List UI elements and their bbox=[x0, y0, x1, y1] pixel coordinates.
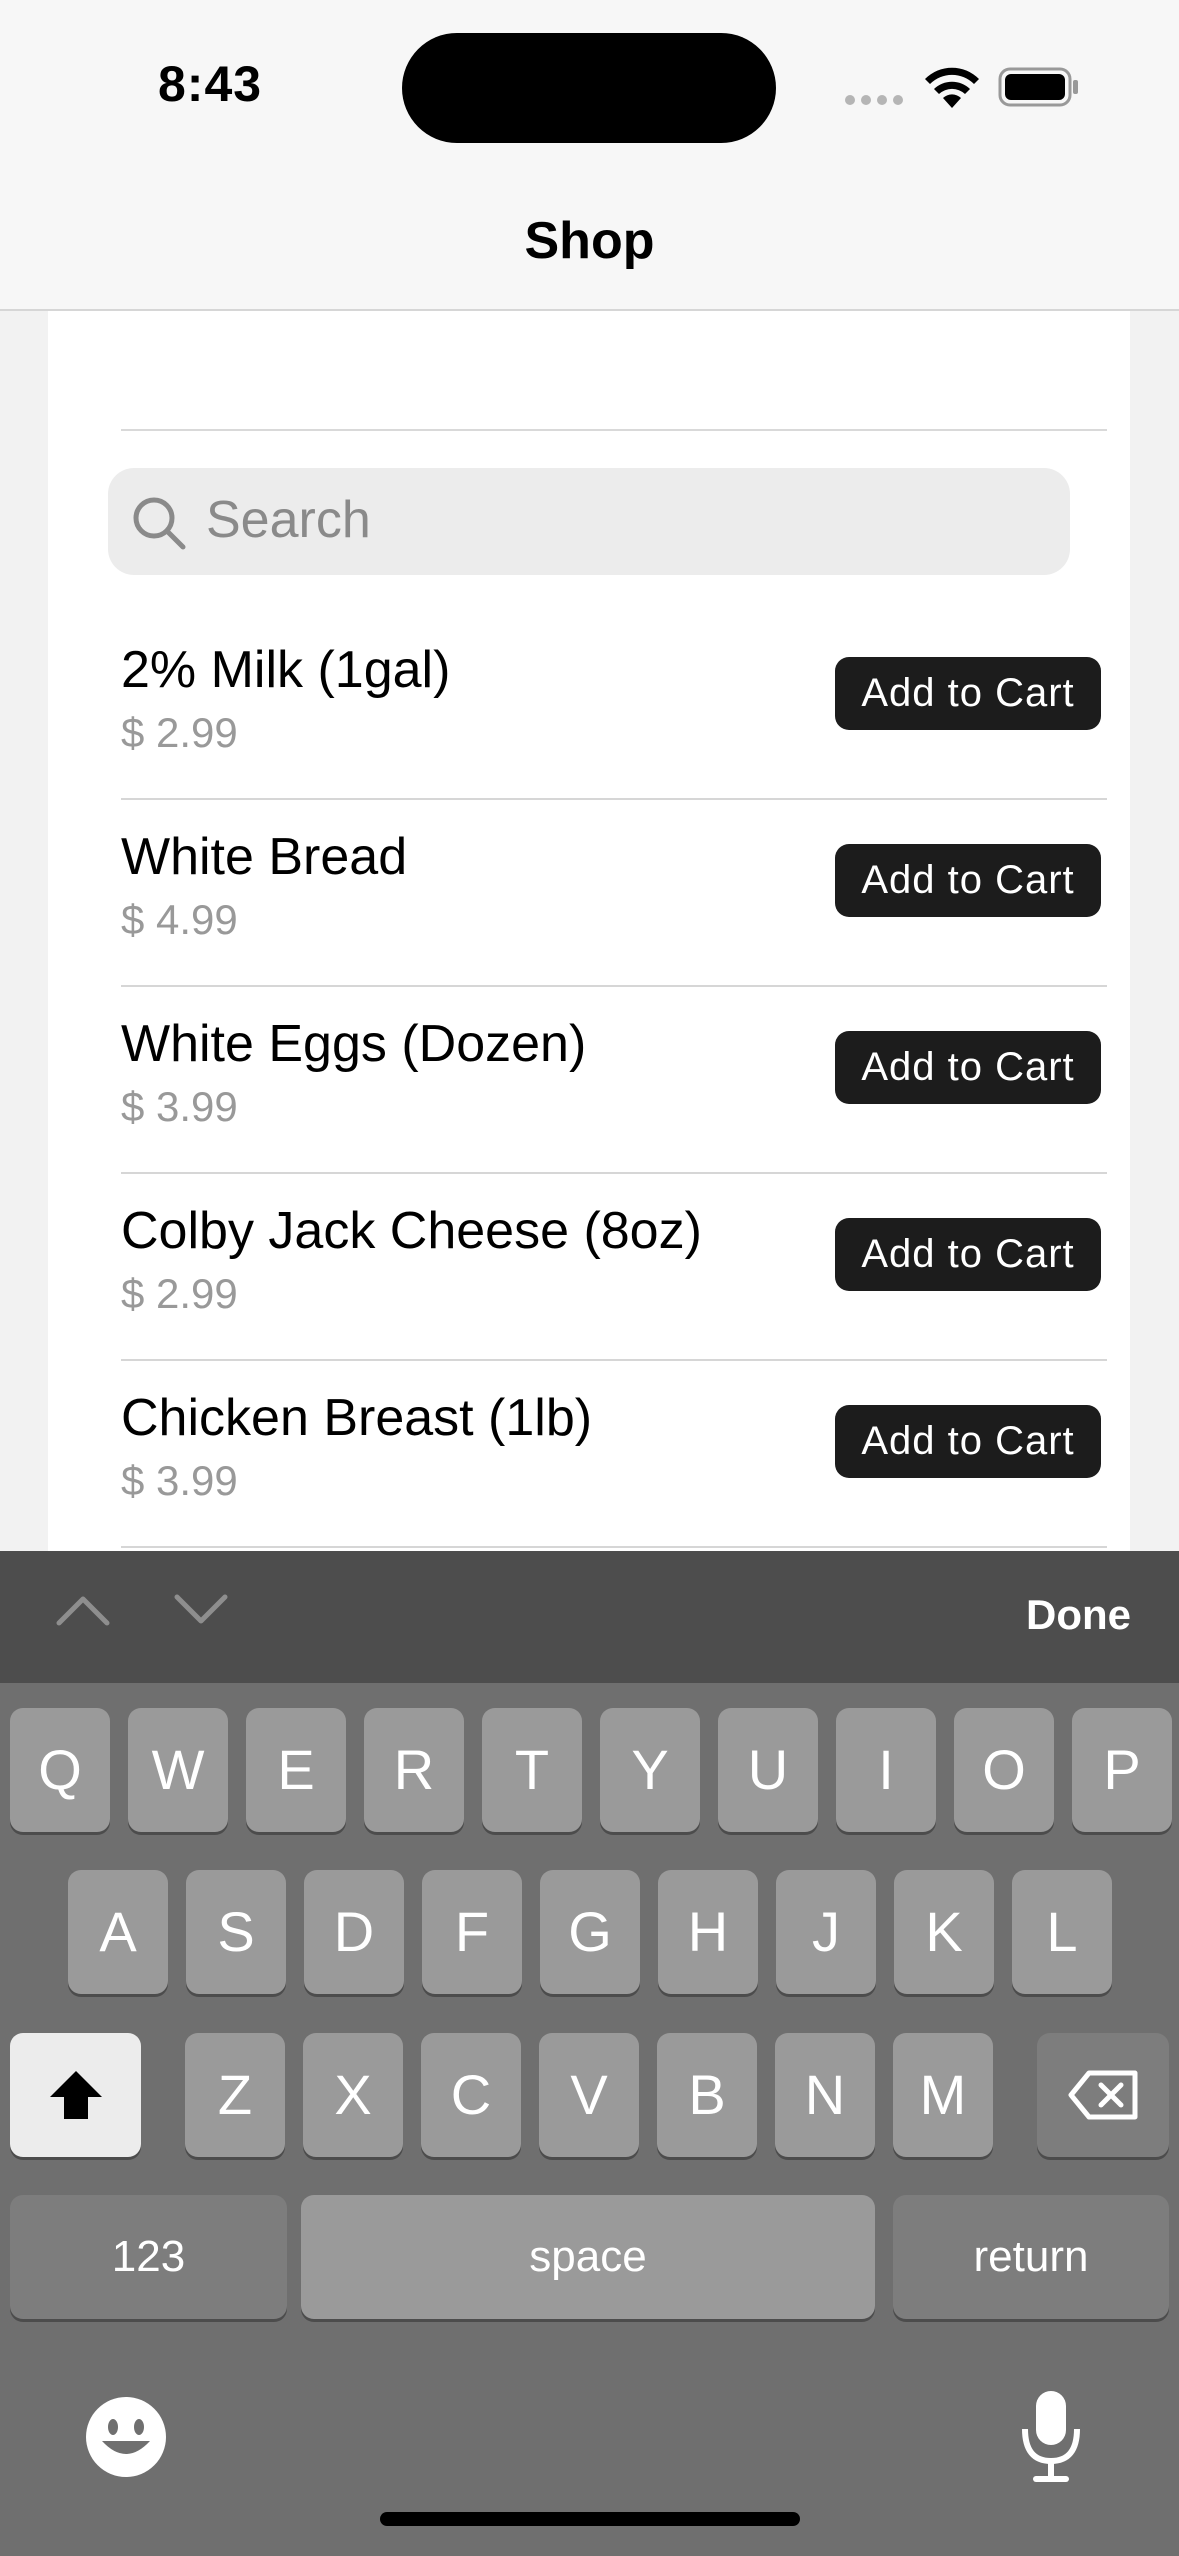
done-button[interactable]: Done bbox=[1026, 1591, 1131, 1639]
keyboard-toolbar: Done bbox=[0, 1551, 1179, 1683]
key-n[interactable]: N bbox=[775, 2033, 875, 2157]
key-g[interactable]: G bbox=[540, 1870, 640, 1994]
add-to-cart-button[interactable]: Add to Cart bbox=[835, 844, 1101, 917]
delete-key[interactable] bbox=[1037, 2033, 1169, 2157]
shift-icon bbox=[49, 2071, 102, 2119]
status-bar: 8:43 bbox=[0, 0, 1179, 175]
microphone-icon[interactable] bbox=[1020, 2389, 1082, 2485]
key-i[interactable]: I bbox=[836, 1708, 936, 1832]
search-input[interactable]: Search bbox=[108, 468, 1070, 575]
navigation-bar: Shop bbox=[0, 175, 1179, 311]
product-price: $ 4.99 bbox=[121, 896, 238, 943]
key-q[interactable]: Q bbox=[10, 1708, 110, 1832]
product-row: White Eggs (Dozen) $ 3.99 Add to Cart bbox=[121, 986, 1107, 1174]
key-b[interactable]: B bbox=[657, 2033, 757, 2157]
keyboard: QWERTYUIOP ASDFGHJKL ZXCVBNM 123 space r… bbox=[0, 1683, 1179, 2556]
chevron-up-icon[interactable] bbox=[55, 1591, 111, 1629]
key-k[interactable]: K bbox=[894, 1870, 994, 1994]
key-f[interactable]: F bbox=[422, 1870, 522, 1994]
key-c[interactable]: C bbox=[421, 2033, 521, 2157]
key-r[interactable]: R bbox=[364, 1708, 464, 1832]
dynamic-island bbox=[402, 33, 776, 143]
add-to-cart-button[interactable]: Add to Cart bbox=[835, 1031, 1101, 1104]
product-name: Chicken Breast (1lb) bbox=[121, 1389, 593, 1447]
key-y[interactable]: Y bbox=[600, 1708, 700, 1832]
key-o[interactable]: O bbox=[954, 1708, 1054, 1832]
add-to-cart-button[interactable]: Add to Cart bbox=[835, 657, 1101, 730]
product-name: White Eggs (Dozen) bbox=[121, 1015, 587, 1073]
product-name: White Bread bbox=[121, 828, 408, 886]
space-key[interactable]: space bbox=[301, 2195, 875, 2319]
wifi-icon bbox=[925, 67, 979, 108]
key-d[interactable]: D bbox=[304, 1870, 404, 1994]
product-row: Colby Jack Cheese (8oz) $ 2.99 Add to Ca… bbox=[121, 1173, 1107, 1361]
key-w[interactable]: W bbox=[128, 1708, 228, 1832]
return-key[interactable]: return bbox=[893, 2195, 1169, 2319]
battery-icon bbox=[998, 67, 1078, 107]
key-m[interactable]: M bbox=[893, 2033, 993, 2157]
key-t[interactable]: T bbox=[482, 1708, 582, 1832]
search-placeholder: Search bbox=[206, 491, 371, 549]
divider bbox=[121, 429, 1107, 431]
key-s[interactable]: S bbox=[186, 1870, 286, 1994]
status-time: 8:43 bbox=[158, 56, 263, 112]
product-card: Search 2% Milk (1gal) $ 2.99 Add to Cart… bbox=[48, 311, 1130, 1551]
key-e[interactable]: E bbox=[246, 1708, 346, 1832]
key-j[interactable]: J bbox=[776, 1870, 876, 1994]
page-title: Shop bbox=[524, 212, 655, 270]
search-icon bbox=[133, 497, 186, 550]
chevron-down-icon[interactable] bbox=[173, 1591, 229, 1629]
key-p[interactable]: P bbox=[1072, 1708, 1172, 1832]
cellular-signal-icon bbox=[845, 95, 905, 107]
delete-icon bbox=[1068, 2070, 1138, 2120]
key-u[interactable]: U bbox=[718, 1708, 818, 1832]
product-price: $ 3.99 bbox=[121, 1083, 238, 1130]
add-to-cart-button[interactable]: Add to Cart bbox=[835, 1218, 1101, 1291]
key-a[interactable]: A bbox=[68, 1870, 168, 1994]
emoji-icon[interactable] bbox=[84, 2395, 168, 2479]
product-price: $ 2.99 bbox=[121, 709, 238, 756]
product-row: 2% Milk (1gal) $ 2.99 Add to Cart bbox=[121, 612, 1107, 800]
numbers-key[interactable]: 123 bbox=[10, 2195, 287, 2319]
product-price: $ 2.99 bbox=[121, 1270, 238, 1317]
shop-content[interactable]: Search 2% Milk (1gal) $ 2.99 Add to Cart… bbox=[0, 311, 1179, 1551]
product-name: 2% Milk (1gal) bbox=[121, 641, 451, 699]
key-v[interactable]: V bbox=[539, 2033, 639, 2157]
key-z[interactable]: Z bbox=[185, 2033, 285, 2157]
product-price: $ 3.99 bbox=[121, 1457, 238, 1504]
key-h[interactable]: H bbox=[658, 1870, 758, 1994]
product-name: Colby Jack Cheese (8oz) bbox=[121, 1202, 702, 1260]
home-indicator[interactable] bbox=[380, 2512, 800, 2526]
shift-key[interactable] bbox=[10, 2033, 141, 2157]
key-x[interactable]: X bbox=[303, 2033, 403, 2157]
product-row: Chicken Breast (1lb) $ 3.99 Add to Cart bbox=[121, 1360, 1107, 1548]
add-to-cart-button[interactable]: Add to Cart bbox=[835, 1405, 1101, 1478]
product-row: White Bread $ 4.99 Add to Cart bbox=[121, 799, 1107, 987]
key-l[interactable]: L bbox=[1012, 1870, 1112, 1994]
